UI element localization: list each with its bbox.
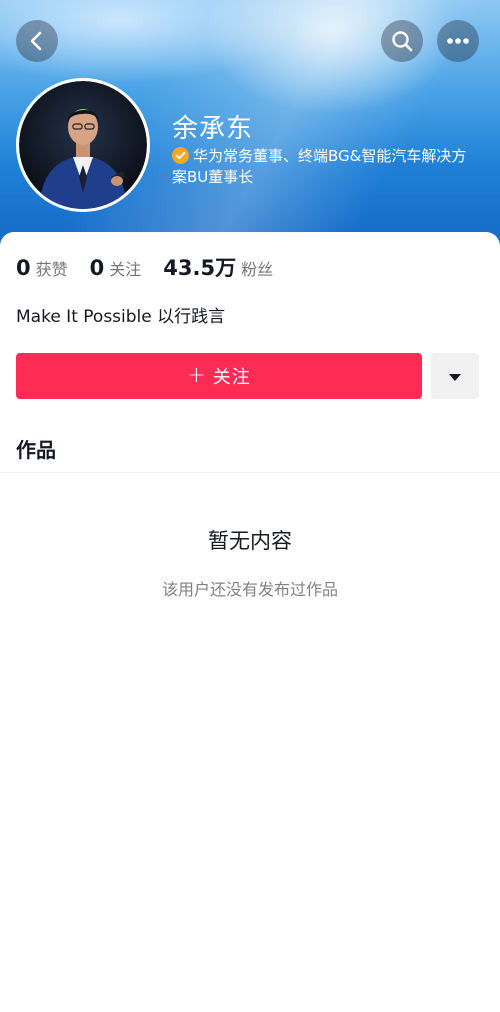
stat-label: 关注 [109,260,142,279]
recommend-dropdown-button[interactable] [431,353,479,399]
profile-content-sheet [0,232,500,1012]
stat-value: 0 [89,256,105,280]
more-options-button[interactable] [437,20,479,62]
avatar-photo [19,81,147,209]
stat-label: 获赞 [35,260,68,279]
caret-down-icon [448,367,462,386]
stat-followers[interactable]: 43.5万 粉丝 [163,252,273,282]
verified-badge-icon [172,147,189,164]
stat-label: 粉丝 [241,260,274,279]
plus-icon: + [187,363,207,388]
follow-button-label: 关注 [212,367,251,388]
profile-bio: Make It Possible 以行践言 [16,307,226,327]
empty-state-subtitle: 该用户还没有发布过作品 [161,580,338,599]
stat-following[interactable]: 0 关注 [90,256,142,280]
follow-button[interactable]: + 关注 [16,353,422,399]
search-icon [390,29,414,53]
works-tab-title[interactable]: 作品 [16,434,56,463]
verification-text: 华为常务董事、终端BG&智能汽车解决方案BU董事长 [172,147,467,186]
stat-value: 0 [16,256,31,280]
profile-stats: 0 获赞 0 关注 43.5万 粉丝 [16,252,295,282]
avatar[interactable] [16,78,150,212]
back-button[interactable] [16,20,58,62]
profile-name: 余承东 [172,114,254,144]
verification-info: 华为常务董事、终端BG&智能汽车解决方案BU董事长 [172,146,472,188]
search-button[interactable] [381,20,423,62]
empty-state-title: 暂无内容 [208,529,292,553]
ellipsis-icon [446,37,470,45]
stat-value: 43.5万 [163,256,237,280]
divider [0,472,500,473]
stat-likes[interactable]: 0 获赞 [16,256,68,280]
chevron-left-icon [26,30,48,52]
